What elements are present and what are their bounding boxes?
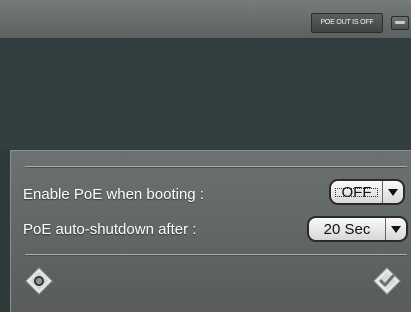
tray-toggle-icon[interactable] <box>391 16 409 30</box>
back-diamond-icon[interactable] <box>24 266 54 296</box>
auto-shutdown-dropdown[interactable]: 20 Sec <box>307 216 408 242</box>
top-bar: POE OUT IS OFF <box>0 0 411 39</box>
auto-shutdown-label: PoE auto-shutdown after : <box>23 221 197 238</box>
video-viewport <box>0 38 411 150</box>
confirm-check-icon[interactable] <box>372 266 402 296</box>
poe-status-badge[interactable]: POE OUT IS OFF <box>311 13 383 33</box>
chevron-down-icon[interactable] <box>385 218 406 240</box>
divider-top <box>25 166 407 167</box>
auto-shutdown-value: 20 Sec <box>323 220 371 238</box>
divider-bottom <box>25 254 407 255</box>
enable-poe-dropdown[interactable]: OFF <box>329 179 405 205</box>
enable-poe-value: OFF <box>331 184 382 201</box>
enable-poe-label: Enable PoE when booting : <box>23 186 204 203</box>
poe-settings-panel: Enable PoE when booting : OFF PoE auto-s… <box>10 150 411 312</box>
chevron-down-icon[interactable] <box>382 181 403 203</box>
